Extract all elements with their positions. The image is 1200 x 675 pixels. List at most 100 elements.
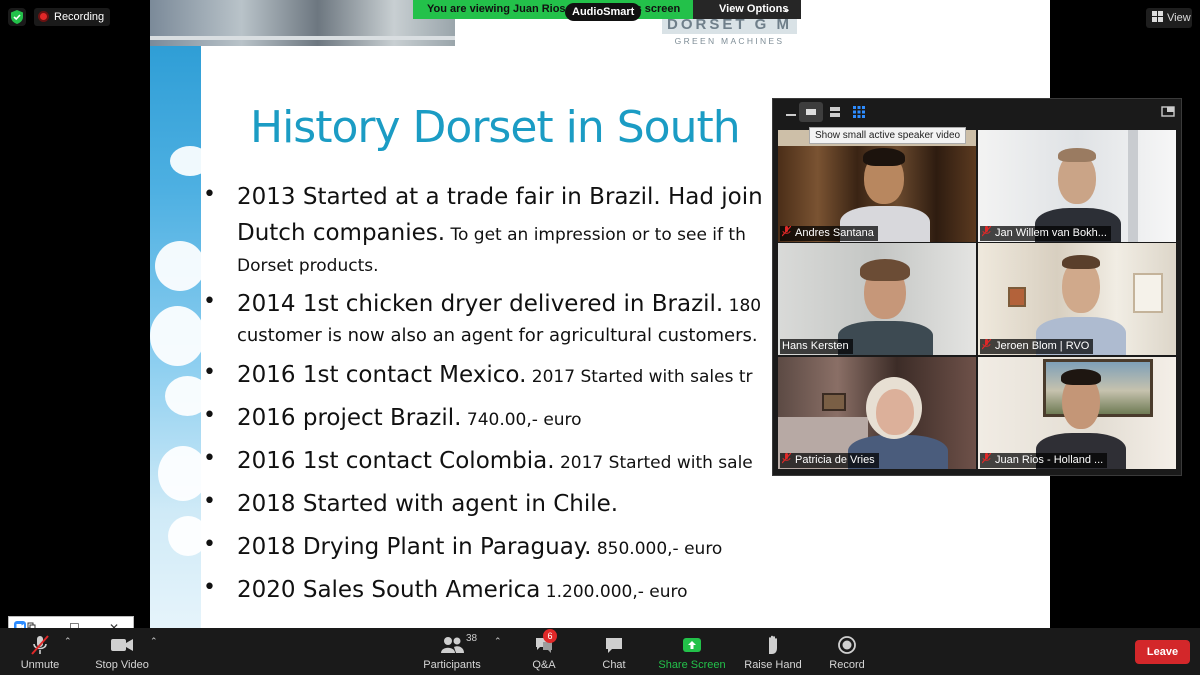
gallery-view-button[interactable] [847, 102, 871, 122]
participants-label: Participants [423, 659, 481, 671]
chat-label: Chat [602, 659, 626, 671]
participant-name: Jan Willem van Bokh... [980, 226, 1111, 241]
bullet-emphasis: 2016 1st contact Mexico. [237, 362, 527, 388]
bullet-line2-emphasis: Dutch companies. [237, 220, 446, 246]
muted-mic-icon [982, 453, 991, 464]
speaker-view-tooltip: Show small active speaker video [809, 127, 967, 144]
video-options-caret-icon[interactable]: ⌃ [150, 636, 158, 647]
cloud [155, 241, 205, 291]
expand-window-icon [1161, 106, 1175, 117]
video-tile[interactable]: Jeroen Blom | RVO [978, 243, 1176, 355]
window-frame [1133, 273, 1163, 313]
bullet-emphasis: 2016 1st contact Colombia. [237, 448, 555, 474]
participant-name-label: Hans Kersten [782, 340, 849, 352]
bullet-text: 2016 1st contact Colombia. 2017 Started … [237, 448, 753, 474]
view-button[interactable]: View [1146, 8, 1192, 28]
audio-options-caret-icon[interactable]: ⌃ [64, 636, 72, 647]
qa-label: Q&A [532, 659, 556, 671]
gallery-grid-icon [853, 106, 865, 118]
bullet-detail: 1.200.000,- euro [540, 582, 688, 602]
active-speaker-view-button[interactable] [823, 102, 847, 122]
bullet-text: 2016 1st contact Mexico. 2017 Started wi… [237, 362, 753, 388]
muted-mic-icon [982, 339, 991, 350]
zoom-meeting-window: DORSET G M GREEN MACHINES History Dorset… [0, 0, 1200, 675]
bullet-line2-detail: To get an impression or to see if th [445, 225, 746, 245]
view-options-button[interactable]: View Options ⌄ [693, 0, 801, 19]
audiosmart-badge: AudioSmart [565, 3, 642, 21]
muted-mic-icon [982, 226, 991, 237]
record-button[interactable]: Record [826, 632, 868, 672]
raise-hand-button[interactable]: Raise Hand [742, 632, 804, 672]
participant-name: Hans Kersten [780, 339, 853, 354]
muted-mic-icon [782, 226, 791, 237]
participant-name-label: Juan Rios - Holland ... [995, 454, 1104, 466]
record-label: Record [829, 659, 865, 671]
bullet-detail: 850.000,- euro [591, 539, 723, 559]
bullet-detail: 2017 Started with sale [554, 453, 753, 473]
grid-view-icon [1152, 11, 1163, 22]
viewing-screen-banner: You are viewing Juan Rios - 's screen [413, 0, 693, 19]
bullet-text: 2016 project Brazil. 740.00,- euro [237, 405, 582, 431]
participant-name: Andres Santana [780, 226, 878, 241]
video-tile[interactable]: Jan Willem van Bokh... [978, 130, 1176, 242]
view-label: View [1167, 12, 1191, 24]
slide-header-photo [150, 0, 455, 46]
participant-name: Patricia de Vries [780, 453, 879, 468]
bullet-text-line2: customer is now also an agent for agricu… [237, 325, 758, 346]
video-tile[interactable]: Andres Santana [778, 130, 976, 242]
bullet-emphasis: 2014 1st chicken dryer delivered in Braz… [237, 291, 724, 317]
participants-caret-icon[interactable]: ⌃ [494, 636, 502, 647]
raise-hand-label: Raise Hand [744, 659, 802, 671]
stop-video-label: Stop Video [95, 659, 149, 671]
video-camera-icon [111, 639, 133, 651]
small-speaker-view-button[interactable] [799, 102, 823, 122]
leave-meeting-button[interactable]: Leave [1135, 640, 1190, 664]
cloud [170, 146, 210, 176]
participant-name: Juan Rios - Holland ... [980, 453, 1108, 468]
unmute-label: Unmute [20, 659, 60, 671]
participants-icon [441, 637, 464, 653]
unmute-button[interactable]: Unmute [12, 632, 68, 672]
record-icon [838, 636, 856, 654]
recording-dot-icon [38, 11, 49, 22]
bullet-detail: 180 [723, 296, 762, 316]
bullet-text: 2014 1st chicken dryer delivered in Braz… [237, 291, 761, 317]
video-panel-toolbar [773, 99, 1181, 125]
muted-mic-icon [31, 635, 49, 655]
participant-name: Jeroen Blom | RVO [980, 339, 1094, 354]
photo-rail [150, 36, 455, 40]
video-tile[interactable]: Juan Rios - Holland ... [978, 357, 1176, 469]
wall-picture [822, 393, 846, 411]
bullet-emphasis: 2016 project Brazil. [237, 405, 462, 431]
bullet-detail: 2017 Started with sales tr [526, 367, 753, 387]
viewing-banner-text: You are viewing Juan Rios - [427, 3, 573, 15]
bullet-text: 2013 Started at a trade fair in Brazil. … [237, 184, 763, 210]
bullet-text-line3: Dorset products. [237, 256, 379, 276]
participants-button[interactable]: 38 Participants [420, 632, 484, 672]
doorframe [1128, 130, 1138, 242]
video-gallery-panel: Show small active speaker video Andres S… [772, 98, 1182, 476]
muted-mic-icon [782, 453, 791, 464]
dorset-logo-subtitle: GREEN MACHINES [674, 36, 785, 46]
recording-indicator[interactable]: Recording [34, 8, 111, 26]
exit-minimized-button[interactable] [1156, 102, 1180, 122]
bullet-text: 2020 Sales South America 1.200.000,- eur… [237, 577, 688, 603]
participant-name-label: Jeroen Blom | RVO [995, 340, 1090, 352]
participant-name-label: Jan Willem van Bokh... [995, 227, 1107, 239]
video-tile-active-speaker[interactable]: Hans Kersten [778, 243, 976, 355]
share-screen-icon [683, 638, 701, 652]
security-shield-icon[interactable] [8, 8, 26, 26]
share-screen-button[interactable]: Share Screen [656, 632, 728, 672]
slide-title: History Dorset in South [250, 102, 741, 153]
qa-badge: 6 [543, 629, 557, 643]
stop-video-button[interactable]: Stop Video [90, 632, 154, 672]
participant-name-label: Patricia de Vries [795, 454, 875, 466]
chat-bubble-icon [606, 638, 622, 653]
chat-button[interactable]: Chat [594, 632, 634, 672]
bullet-emphasis: 2018 Drying Plant in Paraguay. [237, 534, 592, 560]
strip-view-icon [830, 107, 840, 117]
slide-sky-border [150, 46, 210, 628]
qa-button[interactable]: 6 Q&A [524, 629, 564, 672]
video-tile[interactable]: Patricia de Vries [778, 357, 976, 469]
bullet-detail: 740.00,- euro [461, 410, 582, 430]
